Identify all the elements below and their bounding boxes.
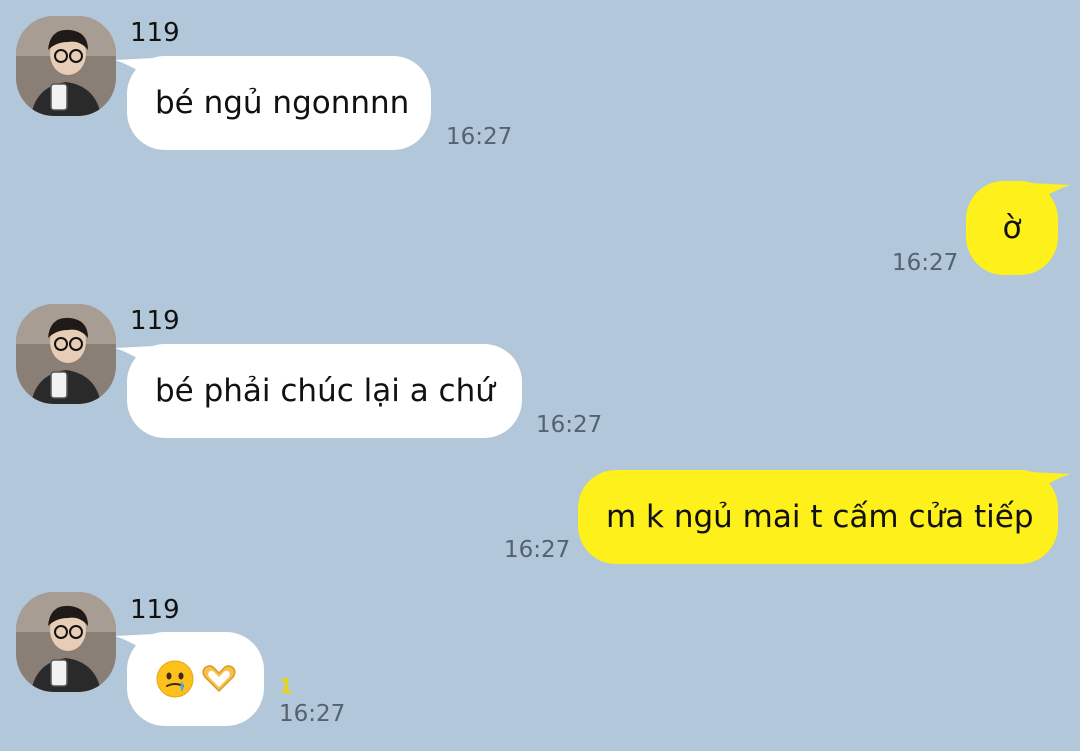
profile-photo-icon [16, 16, 116, 116]
incoming-message-bubble[interactable]: bé ngủ ngonnnn [115, 56, 431, 150]
unread-count-badge: 1 [279, 674, 293, 698]
bubble-tail-icon [115, 634, 155, 662]
bubble-tail-icon [1030, 472, 1070, 500]
avatar[interactable] [16, 592, 116, 692]
timestamp: 16:27 [892, 250, 959, 276]
message-text: bé ngủ ngonnnn [155, 85, 410, 121]
outgoing-message-bubble[interactable]: ờ [966, 181, 1070, 275]
sender-name: 119 [130, 18, 180, 48]
outgoing-message-bubble[interactable]: m k ngủ mai t cấm cửa tiếp [578, 470, 1070, 564]
bubble-tail-icon [1030, 183, 1070, 211]
incoming-message-bubble[interactable]: bé phải chúc lại a chứ [115, 344, 522, 438]
avatar[interactable] [16, 16, 116, 116]
incoming-message-bubble[interactable] [115, 632, 264, 726]
emoji-message [155, 659, 239, 699]
sender-name: 119 [130, 306, 180, 336]
timestamp: 16:27 [446, 124, 513, 150]
timestamp: 16:27 [504, 537, 571, 563]
bubble-tail-icon [115, 346, 155, 374]
message-text: ờ [1002, 210, 1022, 246]
profile-photo-icon [16, 304, 116, 404]
avatar[interactable] [16, 304, 116, 404]
bubble-tail-icon [115, 58, 155, 86]
message-text: m k ngủ mai t cấm cửa tiếp [606, 499, 1034, 535]
sender-name: 119 [130, 595, 180, 625]
timestamp: 16:27 [536, 412, 603, 438]
profile-photo-icon [16, 592, 116, 692]
face-holding-back-tears-icon [156, 660, 194, 698]
message-text: bé phải chúc lại a chứ [155, 373, 495, 409]
heart-hands-icon [202, 665, 236, 693]
timestamp: 16:27 [279, 701, 346, 727]
